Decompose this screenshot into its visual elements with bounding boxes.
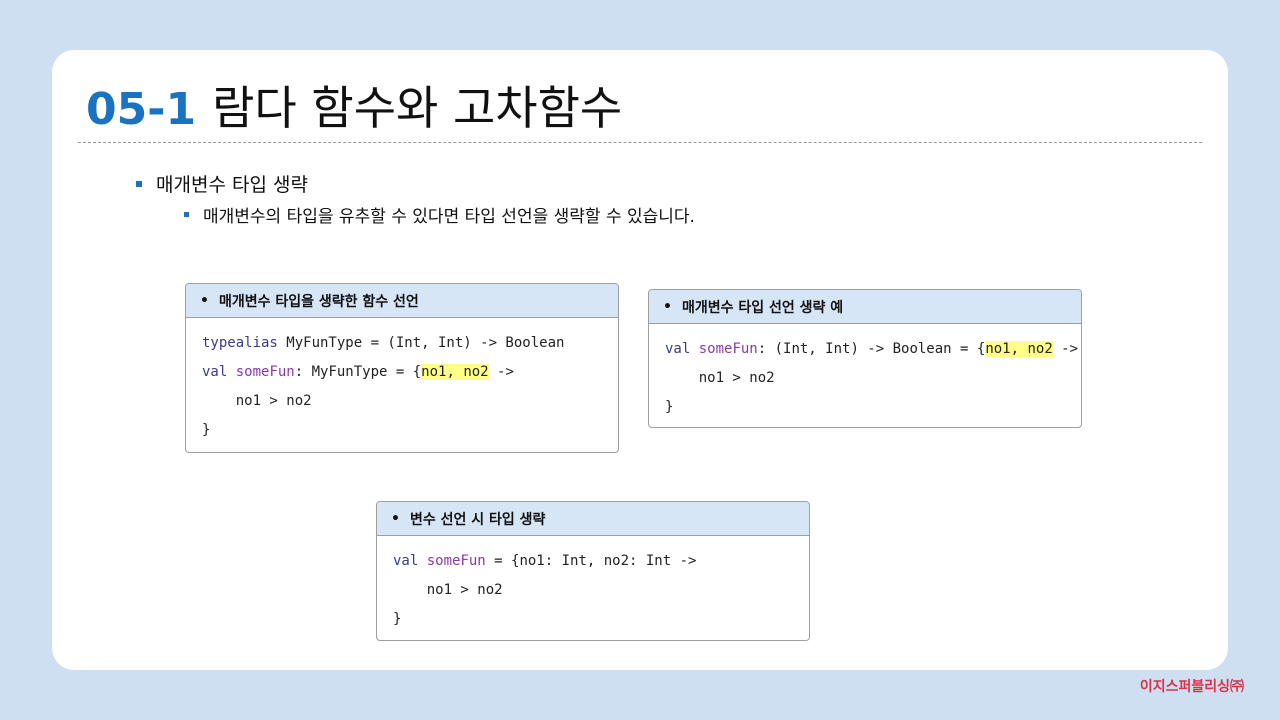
code-block: val someFun: (Int, Int) -> Boolean = {no… [649, 324, 1081, 425]
code-text: = {no1: Int, no2: Int -> [485, 553, 697, 569]
code-line: val someFun = {no1: Int, no2: Int -> [393, 550, 793, 579]
code-block: val someFun = {no1: Int, no2: Int -> no1… [377, 536, 809, 637]
code-block: typealias MyFunType = (Int, Int) -> Bool… [186, 318, 618, 448]
code-highlight: no1, no2 [421, 364, 489, 380]
code-keyword: val [202, 364, 228, 380]
code-line: typealias MyFunType = (Int, Int) -> Bool… [202, 332, 602, 361]
code-box-header: • 변수 선언 시 타입 생략 [377, 502, 809, 536]
code-keyword: typealias [202, 335, 278, 351]
code-line: no1 > no2 [202, 393, 312, 409]
code-text: -> [1052, 341, 1079, 357]
code-box-header-text: 매개변수 타입을 생략한 함수 선언 [218, 293, 419, 310]
page-title: 05-1 람다 함수와 고차함수 [86, 72, 622, 135]
square-bullet-icon [136, 180, 142, 187]
code-highlight: no1, no2 [985, 341, 1053, 357]
dot-bullet-icon: • [391, 510, 400, 527]
bullet-level1: 매개변수 타입 생략 [136, 170, 308, 197]
code-box-omit-example: • 매개변수 타입 선언 생략 예 val someFun: (Int, Int… [648, 289, 1082, 428]
code-identifier: someFun [418, 553, 486, 569]
code-box-header-text: 변수 선언 시 타입 생략 [409, 511, 546, 528]
code-line: } [665, 399, 674, 415]
bullet-level1-text: 매개변수 타입 생략 [156, 174, 308, 196]
code-line: } [202, 422, 211, 438]
code-line: val someFun: (Int, Int) -> Boolean = {no… [665, 338, 1078, 367]
code-text: : (Int, Int) -> Boolean = { [757, 341, 986, 357]
code-text: -> [488, 364, 514, 380]
slide-panel: 05-1 람다 함수와 고차함수 매개변수 타입 생략 매개변수의 타입을 유추… [52, 50, 1228, 670]
code-keyword: val [393, 553, 419, 569]
code-identifier: someFun [690, 341, 758, 357]
code-text: MyFunType = (Int, Int) -> Boolean [277, 335, 565, 351]
code-box-header: • 매개변수 타입을 생략한 함수 선언 [186, 284, 618, 318]
code-box-omitted-param-types: • 매개변수 타입을 생략한 함수 선언 typealias MyFunType… [185, 283, 619, 453]
dot-bullet-icon: • [663, 298, 672, 315]
code-box-header-text: 매개변수 타입 선언 생략 예 [681, 299, 844, 316]
bullet-level2-text: 매개변수의 타입을 유추할 수 있다면 타입 선언을 생략할 수 있습니다. [203, 207, 695, 227]
code-keyword: val [665, 341, 691, 357]
code-line: val someFun: MyFunType = {no1, no2 -> [202, 361, 602, 390]
code-text: : MyFunType = { [294, 364, 422, 380]
code-line: no1 > no2 [665, 370, 775, 386]
code-line: no1 > no2 [393, 582, 503, 598]
section-number: 05-1 [86, 84, 197, 135]
square-bullet-icon [184, 212, 189, 217]
title-divider [78, 142, 1202, 143]
title-text: 람다 함수와 고차함수 [212, 81, 623, 135]
code-identifier: someFun [227, 364, 295, 380]
code-line: } [393, 611, 402, 627]
publisher-logo: 이지스퍼블리싱㈜ [1139, 679, 1244, 695]
bullet-level2: 매개변수의 타입을 유추할 수 있다면 타입 선언을 생략할 수 있습니다. [184, 202, 695, 227]
dot-bullet-icon: • [200, 292, 209, 309]
code-box-header: • 매개변수 타입 선언 생략 예 [649, 290, 1081, 324]
code-box-variable-decl: • 변수 선언 시 타입 생략 val someFun = {no1: Int,… [376, 501, 810, 641]
